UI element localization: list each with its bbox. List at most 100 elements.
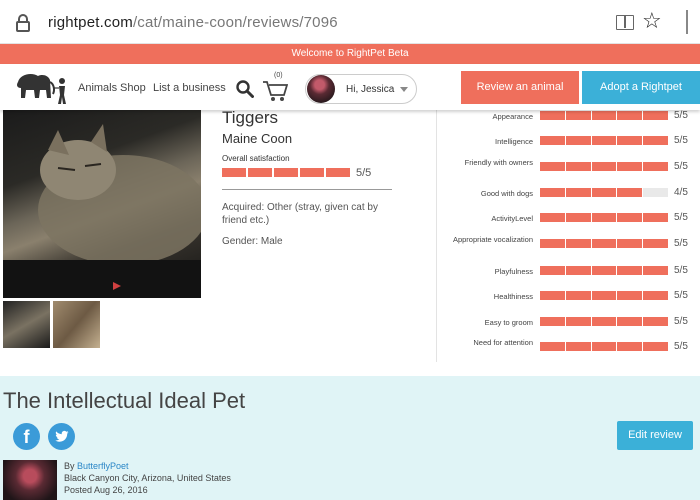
rating-segment (617, 291, 643, 300)
rating-bar (540, 188, 668, 197)
beta-banner: Welcome to RightPet Beta (0, 44, 700, 64)
rating-bar (540, 266, 668, 275)
rating-segment (326, 168, 350, 177)
rating-segment (617, 317, 643, 326)
rating-segment (274, 168, 298, 177)
url-text[interactable]: rightpet.com/cat/maine-coon/reviews/7096 (48, 14, 338, 31)
site-nav: Animals Shop List a business (0) Hi, Jes… (0, 64, 700, 110)
rating-label: Good with dogs (480, 189, 533, 198)
rating-score: 5/5 (674, 238, 688, 249)
reading-view-icon[interactable] (616, 15, 634, 30)
rightpet-logo-icon[interactable] (14, 68, 70, 108)
rating-segment (565, 317, 591, 326)
rating-bar (540, 111, 668, 120)
rating-label: Easy to groom (484, 318, 533, 327)
cart-count: (0) (274, 72, 283, 79)
rating-segment (617, 136, 643, 145)
rating-segment (540, 162, 565, 171)
twitter-icon[interactable] (48, 423, 75, 450)
adopt-rightpet-button[interactable]: Adopt a Rightpet (582, 71, 700, 104)
rating-segment (540, 111, 565, 120)
reviewer-location: Black Canyon City, Arizona, United State… (64, 473, 231, 483)
review-animal-button[interactable]: Review an animal (461, 71, 579, 104)
lock-icon (16, 14, 30, 32)
rating-score: 4/5 (674, 187, 688, 198)
reviewer-info: By ButterflyPoet Black Canyon City, Ariz… (64, 460, 231, 496)
rating-segment (540, 136, 565, 145)
rating-label: Appearance (492, 112, 533, 121)
overall-satisfaction-score: 5/5 (356, 167, 372, 179)
rating-bar (540, 162, 668, 171)
user-menu[interactable]: Hi, Jessica (305, 74, 417, 104)
rating-bar (540, 239, 668, 248)
rating-segment (565, 239, 591, 248)
reviewer-avatar[interactable] (3, 460, 57, 500)
avatar (307, 75, 335, 103)
rating-segment (591, 213, 617, 222)
rating-segment (591, 188, 617, 197)
overall-satisfaction-bar (222, 168, 350, 177)
pet-photo-main[interactable] (3, 110, 201, 298)
rating-segment (300, 168, 324, 177)
divider (222, 189, 392, 190)
favorite-star-icon[interactable]: ☆ (642, 10, 662, 32)
rating-segment (617, 213, 643, 222)
rating-label: Friendly with owners (464, 158, 533, 167)
nav-link-list-business[interactable]: List a business (153, 82, 226, 94)
rating-segment (617, 188, 643, 197)
edit-review-button[interactable]: Edit review (617, 421, 693, 450)
rating-segment (617, 162, 643, 171)
rating-segment (643, 136, 668, 145)
browser-address-bar[interactable]: rightpet.com/cat/maine-coon/reviews/7096… (0, 0, 700, 44)
rating-label: Need for attention (473, 338, 533, 347)
rating-bar (540, 136, 668, 145)
acquired-text: Acquired: Other (stray, given cat by fri… (222, 202, 378, 226)
url-host: rightpet.com (48, 14, 133, 31)
rating-segment (643, 239, 668, 248)
rating-label: ActivityLevel (491, 214, 533, 223)
rating-score: 5/5 (674, 265, 688, 276)
rating-bar (540, 317, 668, 326)
rating-segment (591, 136, 617, 145)
rating-segment (643, 213, 668, 222)
rating-segment (565, 162, 591, 171)
rating-bar (540, 342, 668, 351)
gender-text: Gender: Male (222, 236, 283, 247)
rating-segment (565, 111, 591, 120)
rating-segment (540, 342, 565, 351)
rating-segment (617, 342, 643, 351)
rating-score: 5/5 (674, 161, 688, 172)
rating-segment (591, 111, 617, 120)
search-icon[interactable] (236, 80, 254, 98)
rating-score: 5/5 (674, 290, 688, 301)
rating-segment (643, 291, 668, 300)
pet-name: Tiggers (222, 108, 279, 127)
rating-segment (540, 291, 565, 300)
reviewer-name-link[interactable]: ButterflyPoet (77, 461, 129, 471)
rating-label: Intelligence (495, 137, 533, 146)
url-path: /cat/maine-coon/reviews/7096 (132, 14, 338, 31)
rating-bar (540, 213, 668, 222)
nav-link-animals[interactable]: Animals (78, 82, 117, 94)
rating-segment (540, 266, 565, 275)
rating-segment (565, 291, 591, 300)
rating-segment (643, 317, 668, 326)
facebook-icon[interactable]: f (13, 423, 40, 450)
nav-link-shop[interactable]: Shop (120, 82, 146, 94)
pet-photo-thumbnail[interactable] (53, 301, 100, 348)
rating-segment (591, 162, 617, 171)
rating-segment (643, 342, 668, 351)
rating-segment (643, 111, 668, 120)
rating-segment (540, 213, 565, 222)
review-title: The Intellectual Ideal Pet (3, 388, 246, 413)
cat-photo-image (3, 124, 201, 298)
rating-label: Appropriate vocalization (452, 235, 533, 244)
rating-segment (591, 291, 617, 300)
rating-segment (565, 136, 591, 145)
rating-segment (591, 317, 617, 326)
rating-segment (617, 266, 643, 275)
rating-segment (540, 317, 565, 326)
rating-segment (591, 342, 617, 351)
rating-segment (591, 266, 617, 275)
pet-photo-thumbnail[interactable] (3, 301, 50, 348)
